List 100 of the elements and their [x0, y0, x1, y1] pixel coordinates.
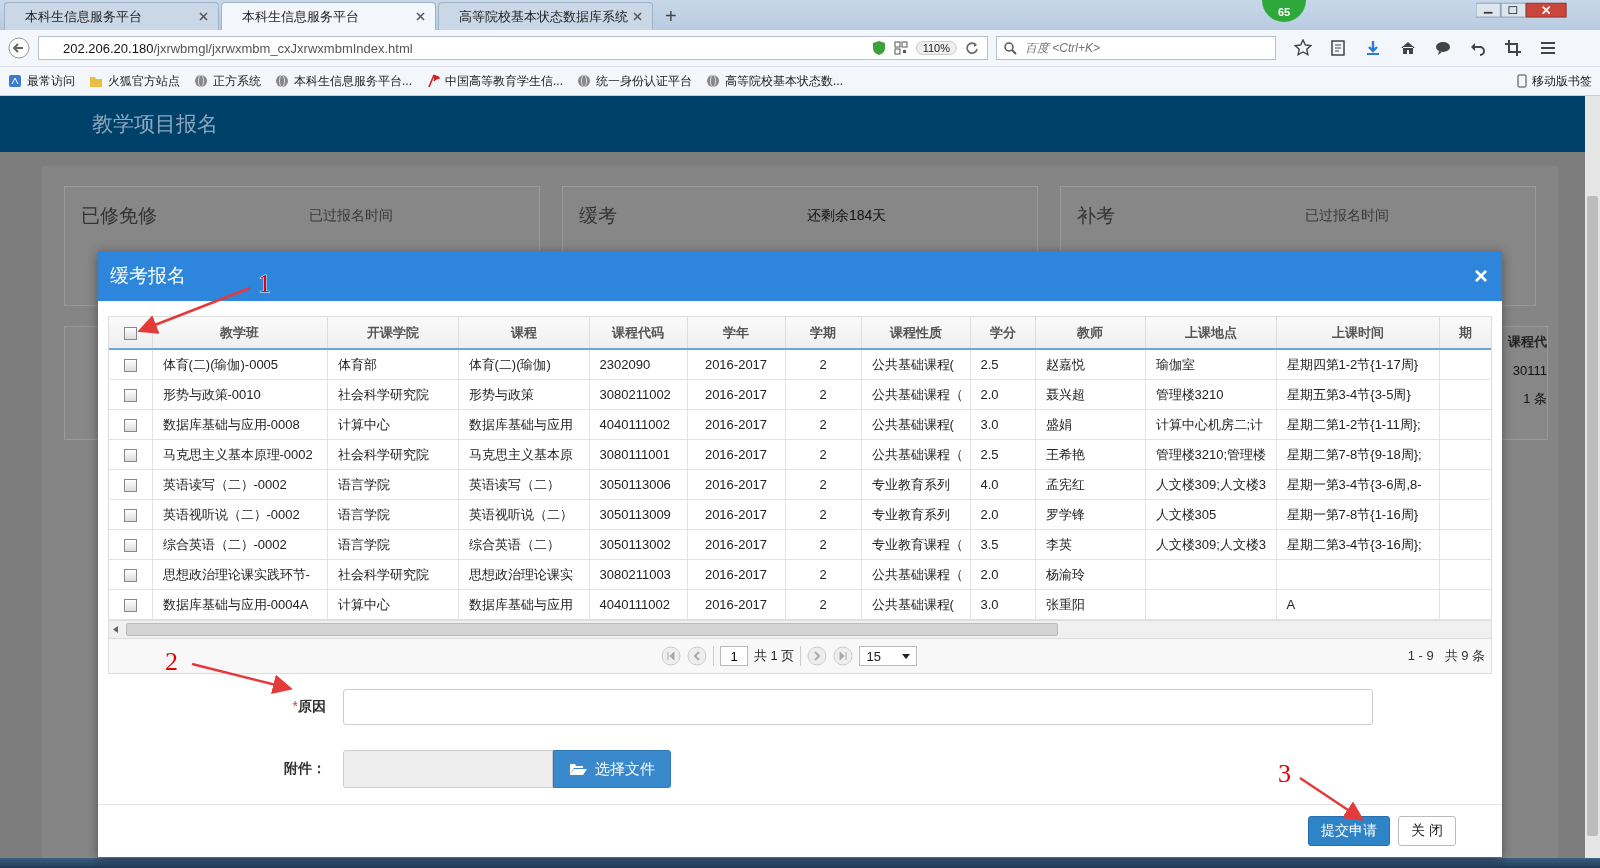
browser-tab[interactable]: 本科生信息服务平台 — [4, 2, 219, 30]
bookmark-link[interactable]: 火狐官方站点 — [89, 72, 180, 90]
table-cell: 星期二第7-8节{9-18周}; — [1286, 446, 1422, 462]
next-page-icon[interactable] — [807, 646, 828, 666]
search-input[interactable]: 百度 <Ctrl+K> — [1023, 40, 1269, 56]
table-cell: 数据库基础与应用 — [468, 416, 573, 432]
close-icon[interactable] — [199, 12, 208, 21]
table-cell: 3.5 — [980, 537, 999, 552]
column-header[interactable]: 上课时间 — [1331, 324, 1384, 340]
table-cell: 英语视听说（二） — [468, 506, 573, 522]
download-icon[interactable] — [1364, 39, 1382, 57]
scroll-left-icon[interactable] — [113, 626, 118, 633]
row-checkbox[interactable] — [123, 389, 137, 403]
qr-code-icon[interactable] — [893, 41, 908, 55]
bookmark-link[interactable]: 正方系统 — [194, 72, 261, 90]
column-header[interactable]: 教学班 — [220, 324, 259, 340]
page-size-dropdown[interactable]: 15 — [859, 646, 918, 666]
table-cell: 3050113009 — [599, 507, 671, 522]
table-cell: 2016-2017 — [704, 507, 768, 522]
home-icon[interactable] — [1399, 39, 1417, 57]
row-checkbox[interactable] — [123, 449, 137, 463]
bookmark-link[interactable]: 本科生信息服务平台... — [275, 72, 412, 90]
annotation-arrow — [1299, 776, 1365, 821]
column-header[interactable]: 学期 — [810, 324, 836, 340]
select-all-checkbox[interactable] — [123, 327, 137, 341]
row-checkbox[interactable] — [123, 509, 137, 523]
bookmark-link[interactable]: 统一身份认证平台 — [577, 72, 693, 90]
bookmark-link[interactable]: 高等院校基本状态数... — [706, 72, 844, 90]
table-cell: 3.0 — [980, 417, 999, 432]
bookmark-link[interactable]: 中国高等教育学生信... — [426, 72, 564, 90]
table-cell: 赵嘉悦 — [1045, 356, 1085, 372]
dialog-button[interactable]: 提交申请 — [1308, 816, 1391, 846]
table-cell: 公共基础课程（ — [871, 566, 963, 582]
table-cell: 综合英语（二）-0002 — [162, 536, 287, 552]
file-path-field[interactable] — [343, 750, 553, 788]
back-icon[interactable] — [8, 37, 30, 59]
row-checkbox[interactable] — [123, 569, 137, 583]
table-cell: 2 — [819, 387, 827, 402]
column-header[interactable]: 教师 — [1077, 324, 1103, 340]
close-button[interactable]: × — [1470, 264, 1492, 288]
browser-tab[interactable]: 本科生信息服务平台 — [221, 2, 436, 30]
column-header[interactable]: 学年 — [723, 324, 749, 340]
table-cell: 2016-2017 — [704, 387, 768, 402]
new-tab-button[interactable]: + — [655, 2, 687, 30]
page-scrollbar[interactable] — [1585, 96, 1600, 858]
row-checkbox[interactable] — [123, 359, 137, 373]
choose-file-button[interactable]: 选择文件 — [553, 750, 671, 788]
table-cell: 2 — [819, 507, 827, 522]
last-page-icon[interactable] — [833, 646, 854, 666]
mobile-bookmarks-link[interactable]: 移动版书签 — [1517, 72, 1592, 90]
table-cell: 2016-2017 — [704, 537, 768, 552]
table-cell: 管理楼3210;管理楼 — [1155, 446, 1267, 462]
star-icon[interactable] — [1294, 39, 1312, 57]
first-page-icon[interactable] — [661, 646, 681, 666]
row-checkbox[interactable] — [123, 599, 137, 613]
table-cell: 30111 — [1512, 363, 1547, 378]
table-cell: 马克思主义基本原理-0002 — [162, 446, 313, 462]
table-cell: 2 — [819, 567, 827, 582]
table-header-cell: 课程代 — [1508, 333, 1547, 351]
table-cell: 2 — [819, 597, 827, 612]
close-icon[interactable] — [416, 12, 425, 21]
table-cell: 4.0 — [980, 477, 999, 492]
zoom-level[interactable]: 110% — [915, 41, 957, 55]
table-cell: 数据库基础与应用-0004A — [162, 596, 309, 612]
reading-list-icon[interactable] — [1329, 39, 1347, 57]
previous-page-icon[interactable] — [687, 646, 707, 666]
row-checkbox[interactable] — [123, 419, 137, 433]
table-cell: 4040111002 — [599, 417, 670, 432]
row-checkbox[interactable] — [123, 539, 137, 553]
column-header[interactable]: 课程 — [510, 324, 537, 340]
field-label: *原因 — [291, 698, 326, 716]
horizontal-scrollbar[interactable] — [109, 620, 1491, 638]
globe-icon — [194, 74, 208, 88]
table-cell: 3050113002 — [599, 537, 671, 552]
row-checkbox[interactable] — [123, 479, 137, 493]
crop-icon[interactable] — [1504, 39, 1522, 57]
search-icon — [1003, 41, 1017, 55]
column-header[interactable]: 期 — [1458, 324, 1472, 340]
search-field[interactable]: 百度 <Ctrl+K> — [996, 36, 1276, 60]
table-cell: 张重阳 — [1045, 596, 1085, 612]
page-number-field[interactable]: 1 — [720, 646, 748, 666]
table-cell: 英语视听说（二）-0002 — [162, 506, 300, 522]
table-cell: 2016-2017 — [704, 357, 768, 372]
browser-tab[interactable]: 高等院校基本状态数据库系统 — [438, 2, 653, 30]
table-cell: 2 — [819, 447, 827, 462]
table-cell: 2016-2017 — [704, 417, 768, 432]
dialog-button[interactable]: 关 闭 — [1398, 816, 1456, 846]
table-cell: 星期一第3-4节{3-6周,8- — [1286, 476, 1422, 492]
close-icon[interactable] — [633, 12, 642, 21]
bookmark-link[interactable]: 最常访问 — [8, 72, 75, 90]
table-cell: 计算中心机房二;计 — [1155, 416, 1264, 432]
table-cell: 数据库基础与应用-0008 — [162, 416, 300, 432]
table-cell: 3080211003 — [599, 567, 671, 582]
table-cell: 英语读写（二）-0002 — [162, 476, 287, 492]
table-cell: 星期五第3-4节{3-5周} — [1286, 386, 1411, 402]
menu-icon[interactable] — [1539, 39, 1557, 57]
reload-icon[interactable] — [965, 41, 979, 55]
chat-bubble-icon[interactable] — [1434, 39, 1452, 57]
reason-field[interactable] — [343, 689, 1373, 725]
address-bar[interactable]: 202.206.20.180/jxrwbmgl/jxrwxmbm_cxJxrwxmbmIndex.html 110% — [38, 36, 988, 60]
